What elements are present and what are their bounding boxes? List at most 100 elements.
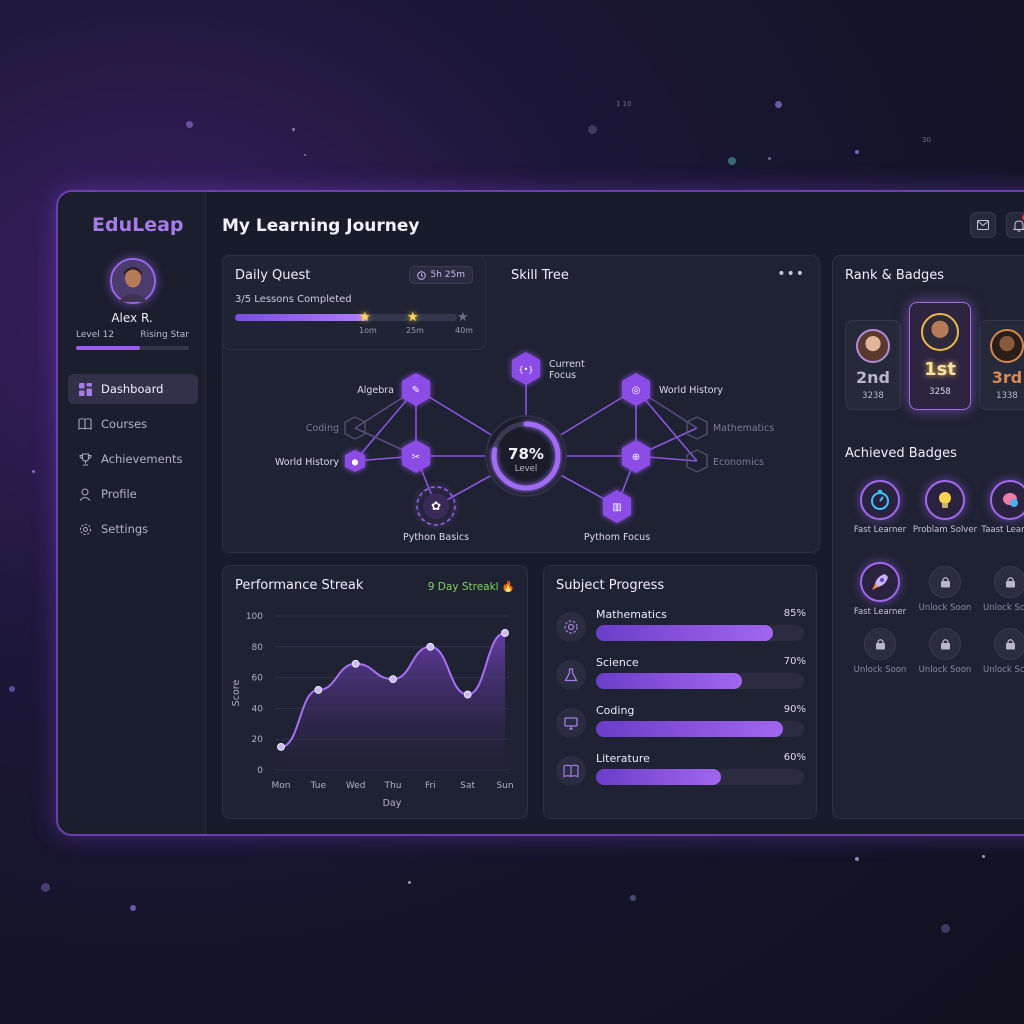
badge-locked[interactable]: Unlock Sc — [977, 628, 1024, 676]
rank-points: 3238 — [862, 391, 884, 401]
lock-icon — [875, 639, 885, 650]
subject-row-mathematics[interactable]: Mathematics 85% — [556, 608, 806, 648]
notifications-button[interactable] — [1006, 212, 1024, 238]
sidebar: EduLeap Alex R. Level 12 Rising Star Das… — [58, 192, 206, 834]
badge-problam-solver[interactable]: Problam Solver — [912, 480, 978, 536]
trophy-icon — [78, 452, 92, 466]
avatar[interactable] — [110, 258, 156, 304]
sidebar-item-label: Courses — [101, 417, 148, 431]
y-tick-label: 0 — [257, 766, 263, 776]
chart-data-point — [314, 686, 323, 694]
badge-label: Taast Learner — [981, 525, 1024, 535]
quest-timer-text: 5h 25m — [430, 270, 465, 280]
lock-icon — [1005, 577, 1015, 588]
skill-label-pythom-focus: Pythom Focus — [584, 532, 650, 543]
daily-quest-card: Daily Quest 5h 25m 3/5 Lessons Completed… — [222, 255, 486, 350]
subject-progress-bar — [596, 625, 804, 641]
rank-entry-2nd[interactable]: 2nd 3238 — [845, 320, 901, 410]
badge-locked[interactable]: Unlock Soon — [847, 628, 913, 676]
skill-label-world-history: World History — [659, 385, 723, 396]
lightbulb-icon — [939, 492, 951, 508]
sidebar-item-profile[interactable]: Profile — [68, 479, 198, 509]
sidebar-item-label: Dashboard — [101, 382, 164, 396]
user-rank-title: Rising Star — [140, 330, 189, 340]
x-tick-label: Sat — [460, 781, 475, 791]
background-text: 1 10 — [616, 100, 632, 108]
brain-icon — [1003, 493, 1018, 507]
monitor-icon — [556, 708, 586, 738]
quest-marker: 1om — [359, 326, 377, 335]
subject-progress-fill — [596, 625, 773, 641]
badge-label: Fast Learner — [853, 525, 907, 535]
subject-progress-fill — [596, 673, 742, 689]
badge-locked[interactable]: Unlock Soon — [912, 628, 978, 676]
x-tick-label: Mon — [272, 781, 291, 791]
sidebar-item-settings[interactable]: Settings — [68, 514, 198, 544]
skill-label-python-basics: Python Basics — [403, 532, 469, 543]
badge-locked[interactable]: Unlock Soon — [912, 566, 978, 614]
badge-fast-learner[interactable]: Fast Learner — [847, 480, 913, 536]
achieved-badges-title: Achieved Badges — [845, 446, 957, 461]
rank-badges-card: Rank & Badges 2nd 3238 1st 3258 3rd 1338… — [832, 255, 1024, 819]
badge-label: Unlock Sc — [983, 603, 1024, 613]
badge-locked[interactable]: Unlock Sc — [977, 566, 1024, 614]
quest-progress-bar — [235, 314, 457, 321]
sidebar-item-label: Settings — [101, 522, 149, 536]
sidebar-item-achievements[interactable]: Achievements — [68, 444, 198, 474]
rank-entry-1st[interactable]: 1st 3258 — [909, 302, 971, 410]
subject-value: 70% — [783, 656, 806, 667]
globe-icon: ◎ — [632, 385, 641, 396]
star-icon: ★ — [407, 310, 419, 325]
subject-row-literature[interactable]: Literature 60% — [556, 752, 806, 792]
user-level: Level 12 — [76, 330, 115, 340]
stopwatch-icon — [871, 490, 889, 510]
badge-taast-learner[interactable]: Taast Learner — [977, 480, 1024, 536]
lock-icon — [940, 639, 950, 650]
code-icon: {•} — [519, 365, 534, 374]
cube-icon: ⬢ — [352, 458, 359, 467]
open-book-icon — [556, 756, 586, 786]
y-tick-label: 80 — [252, 643, 264, 653]
quest-marker: 25m — [406, 326, 424, 335]
x-tick-label: Sun — [496, 781, 513, 791]
quest-progress-fill — [235, 314, 369, 321]
user-icon — [78, 487, 92, 501]
subject-row-science[interactable]: Science 70% — [556, 656, 806, 696]
compass-icon: ✎ — [412, 385, 420, 396]
rank-entry-3rd[interactable]: 3rd 1338 — [979, 320, 1024, 410]
subject-row-coding[interactable]: Coding 90% — [556, 704, 806, 744]
skill-label-coding: Coding — [306, 423, 339, 434]
skill-label-world-history-left: World History — [275, 457, 339, 468]
chart-data-point — [389, 675, 397, 684]
user-name: Alex R. — [111, 311, 153, 325]
skill-label-algebra: Algebra — [357, 385, 394, 396]
y-tick-label: 60 — [252, 674, 264, 684]
tools-icon: ✂ — [412, 452, 420, 463]
daily-quest-title: Daily Quest — [235, 268, 311, 283]
chart-data-point — [351, 659, 360, 668]
svg-text:✿: ✿ — [431, 499, 441, 513]
book-icon: ▥ — [612, 502, 621, 513]
bell-icon — [1013, 219, 1024, 232]
mail-button[interactable] — [970, 212, 996, 238]
badge-fast-learner-rocket[interactable]: Fast Learner — [847, 562, 913, 618]
sidebar-item-dashboard[interactable]: Dashboard — [68, 374, 198, 404]
sidebar-item-courses[interactable]: Courses — [68, 409, 198, 439]
subject-progress-fill — [596, 769, 721, 785]
flask-icon — [556, 660, 586, 690]
gear-icon — [556, 612, 586, 642]
badge-label: Problam Solver — [912, 525, 978, 535]
subject-progress-card: Subject Progress Mathematics 85% Science… — [543, 565, 817, 819]
page-title: My Learning Journey — [222, 216, 420, 236]
brand-logo[interactable]: EduLeap — [92, 214, 184, 236]
skill-label-mathematics: Mathematics — [713, 423, 774, 434]
skill-label-economics: Economics — [713, 457, 764, 468]
y-tick-label: 100 — [246, 612, 263, 622]
y-axis-label: Score — [231, 680, 242, 707]
badge-label: Unlock Soon — [918, 665, 972, 675]
subject-value: 85% — [783, 608, 806, 619]
gear-icon — [78, 522, 92, 536]
skill-node-python-basics[interactable]: ✿ — [416, 486, 456, 526]
avatar — [990, 329, 1024, 363]
subject-name: Coding — [596, 704, 635, 717]
